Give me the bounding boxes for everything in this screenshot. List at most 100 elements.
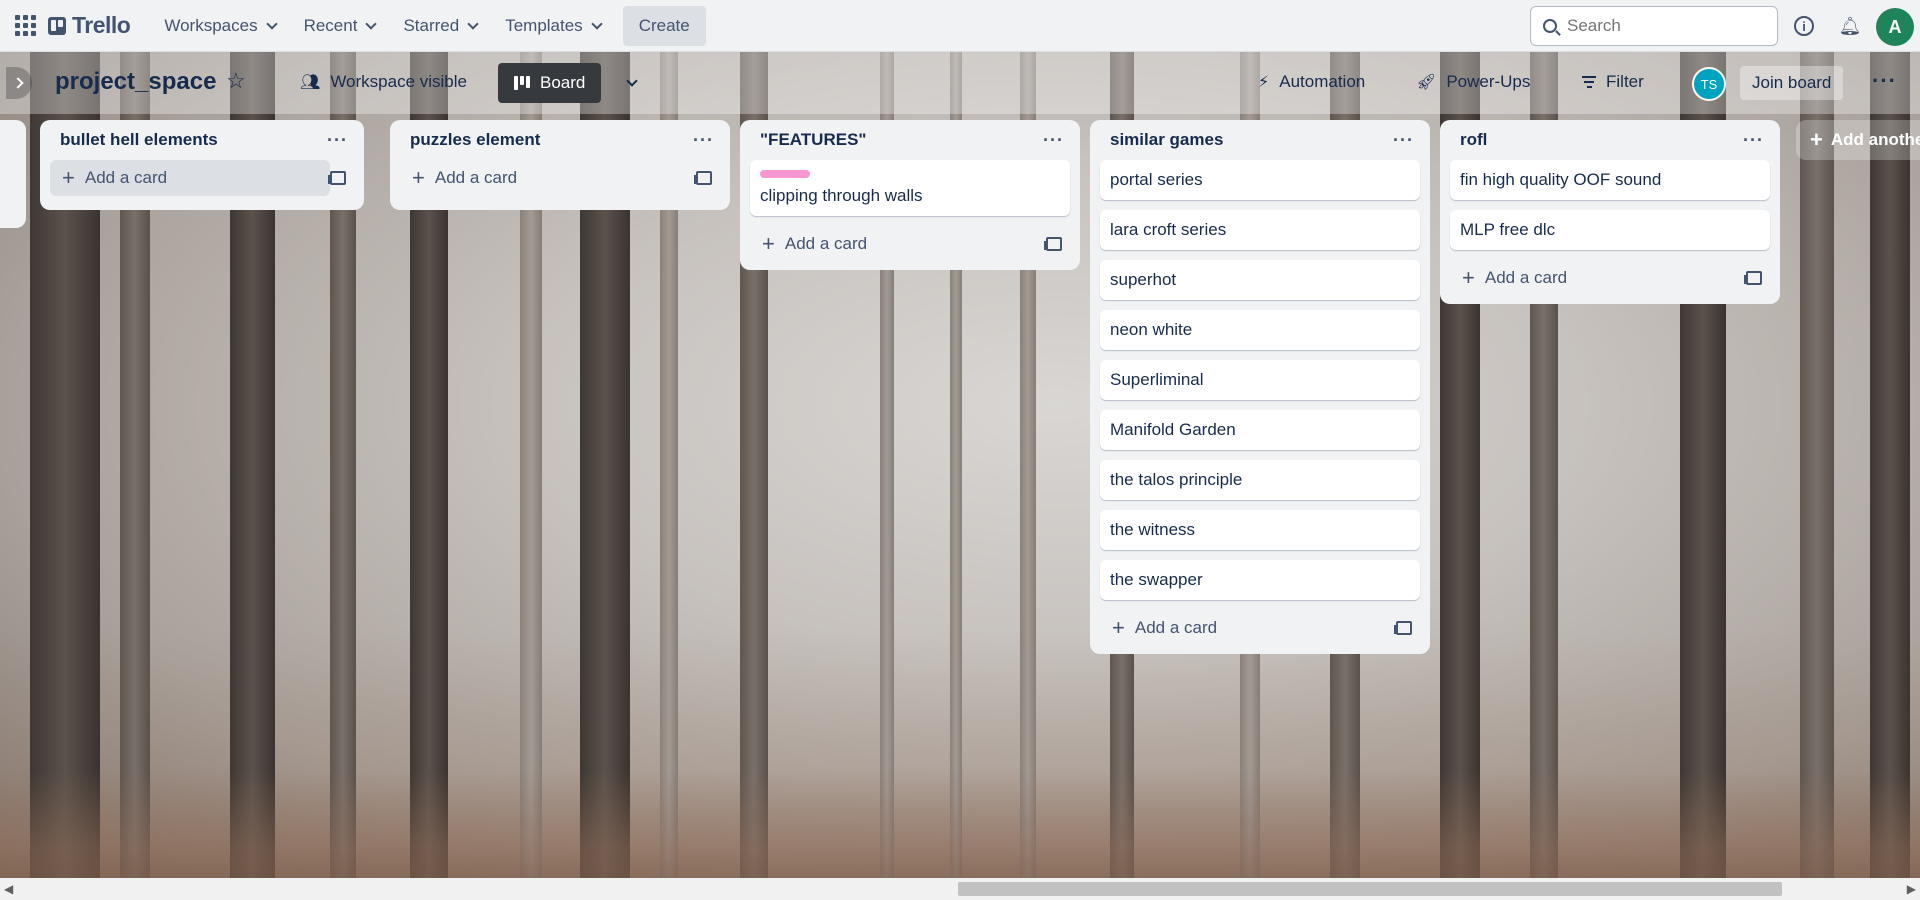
add-card-label: Add a card bbox=[1484, 268, 1568, 287]
info-icon[interactable]: i bbox=[1794, 16, 1814, 36]
plus-icon: + bbox=[1810, 127, 1823, 152]
card-template-icon[interactable] bbox=[1744, 271, 1762, 285]
create-button[interactable]: Create bbox=[622, 5, 706, 46]
people-icon: 👥︎ bbox=[300, 74, 321, 91]
nav-starred-label: Starred bbox=[403, 15, 460, 35]
search-icon bbox=[1543, 19, 1557, 33]
add-card-label: Add a card bbox=[784, 234, 868, 253]
add-another-list-label: Add another list bbox=[1830, 130, 1920, 149]
card[interactable]: the swapper bbox=[1100, 560, 1420, 600]
card-label-pink[interactable] bbox=[760, 170, 810, 178]
card[interactable]: MLP free dlc bbox=[1450, 210, 1770, 250]
list-rofl: rofl ··· fin high quality OOF sound MLP … bbox=[1440, 120, 1780, 304]
nav-templates-label: Templates bbox=[505, 15, 583, 35]
visibility-button[interactable]: 👥︎ Workspace visible bbox=[290, 66, 477, 98]
card[interactable]: Superliminal bbox=[1100, 360, 1420, 400]
nav-recent[interactable]: Recent bbox=[292, 8, 388, 44]
chevron-right-icon bbox=[11, 77, 24, 89]
notifications-bell-icon[interactable]: 🔔︎ bbox=[1838, 14, 1862, 38]
card[interactable]: the talos principle bbox=[1100, 460, 1420, 500]
list-title[interactable]: similar games bbox=[1110, 130, 1223, 150]
card[interactable]: lara croft series bbox=[1100, 210, 1420, 250]
sidebar-expand-button[interactable] bbox=[6, 67, 32, 99]
automation-button[interactable]: ⚡︎ Automation bbox=[1248, 66, 1375, 98]
list-menu-icon[interactable]: ··· bbox=[1043, 130, 1064, 151]
account-avatar[interactable]: A bbox=[1876, 8, 1914, 46]
search-box[interactable] bbox=[1530, 6, 1778, 46]
card[interactable]: fin high quality OOF sound bbox=[1450, 160, 1770, 200]
card[interactable]: neon white bbox=[1100, 310, 1420, 350]
top-header: Trello Workspaces Recent Starred Templat… bbox=[0, 0, 1920, 52]
add-card-button[interactable]: + Add a card bbox=[50, 160, 331, 196]
visibility-label: Workspace visible bbox=[330, 72, 467, 91]
card-template-icon[interactable] bbox=[1044, 237, 1062, 251]
scrollbar-thumb[interactable] bbox=[958, 882, 1782, 896]
horizontal-scrollbar[interactable]: ◀ ▶ bbox=[0, 878, 1920, 900]
card[interactable]: superhot bbox=[1100, 260, 1420, 300]
card[interactable]: the witness bbox=[1100, 510, 1420, 550]
card-title: clipping through walls bbox=[760, 186, 923, 205]
list-title[interactable]: bullet hell elements bbox=[60, 130, 218, 150]
board-menu-icon[interactable]: ··· bbox=[1872, 68, 1897, 94]
list-bullet-hell-elements: bullet hell elements ··· + Add a card bbox=[40, 120, 364, 210]
add-card-label: Add a card bbox=[1134, 618, 1218, 637]
plus-icon: + bbox=[62, 165, 75, 190]
board-icon bbox=[514, 76, 530, 90]
card-template-icon[interactable] bbox=[328, 171, 346, 185]
star-icon[interactable]: ☆ bbox=[226, 68, 246, 94]
list-stub bbox=[0, 120, 26, 228]
chevron-down-icon bbox=[467, 17, 479, 30]
plus-icon: + bbox=[1462, 265, 1475, 290]
nav-starred[interactable]: Starred bbox=[391, 8, 489, 44]
add-card-button[interactable]: + Add a card bbox=[1100, 610, 1229, 646]
filter-icon bbox=[1582, 76, 1596, 88]
card[interactable]: portal series bbox=[1100, 160, 1420, 200]
search-input[interactable] bbox=[1567, 16, 1757, 36]
list-title[interactable]: "FEATURES" bbox=[760, 130, 866, 150]
card-template-icon[interactable] bbox=[1394, 621, 1412, 635]
add-card-button[interactable]: + Add a card bbox=[1450, 260, 1579, 296]
trello-logo[interactable]: Trello bbox=[48, 12, 131, 39]
card[interactable]: Manifold Garden bbox=[1100, 410, 1420, 450]
filter-button[interactable]: Filter bbox=[1572, 66, 1654, 98]
plus-icon: + bbox=[412, 165, 425, 190]
board-view-label: Board bbox=[540, 73, 586, 92]
add-card-label: Add a card bbox=[84, 168, 168, 187]
chevron-down-icon bbox=[591, 17, 603, 30]
add-card-label: Add a card bbox=[434, 168, 518, 187]
board-title[interactable]: project_space bbox=[55, 68, 216, 96]
nav-workspaces-label: Workspaces bbox=[164, 15, 258, 35]
nav-workspaces[interactable]: Workspaces bbox=[152, 8, 287, 44]
app-switcher-icon[interactable] bbox=[12, 13, 38, 39]
member-avatar[interactable]: TS bbox=[1692, 67, 1726, 101]
add-another-list-button[interactable]: + Add another list bbox=[1796, 120, 1920, 160]
list-menu-icon[interactable]: ··· bbox=[327, 130, 348, 151]
list-menu-icon[interactable]: ··· bbox=[1393, 130, 1414, 151]
plus-icon: + bbox=[1112, 615, 1125, 640]
powerups-label: Power-Ups bbox=[1446, 72, 1531, 91]
add-card-button[interactable]: + Add a card bbox=[750, 226, 879, 262]
trello-logo-icon bbox=[48, 16, 66, 35]
filter-label: Filter bbox=[1606, 72, 1644, 91]
list-title[interactable]: puzzles element bbox=[410, 130, 540, 150]
scroll-left-icon[interactable]: ◀ bbox=[4, 882, 13, 896]
plus-icon: + bbox=[762, 231, 775, 256]
card-template-icon[interactable] bbox=[694, 171, 712, 185]
powerups-button[interactable]: 🚀︎ Power-Ups bbox=[1406, 66, 1540, 98]
list-menu-icon[interactable]: ··· bbox=[1743, 130, 1764, 151]
chevron-down-icon bbox=[365, 17, 378, 30]
list-title[interactable]: rofl bbox=[1460, 130, 1487, 150]
join-board-button[interactable]: Join board bbox=[1740, 66, 1844, 100]
add-card-button[interactable]: + Add a card bbox=[400, 160, 529, 196]
lightning-icon: ⚡︎ bbox=[1258, 74, 1270, 91]
scroll-right-icon[interactable]: ▶ bbox=[1907, 882, 1916, 896]
board-view-button[interactable]: Board bbox=[498, 63, 602, 103]
nav-templates[interactable]: Templates bbox=[493, 8, 612, 44]
rocket-icon: 🚀︎ bbox=[1416, 74, 1437, 91]
logo-text: Trello bbox=[72, 12, 131, 38]
view-switcher-button[interactable] bbox=[614, 66, 650, 100]
board-header: project_space ☆ 👥︎ Workspace visible Boa… bbox=[0, 52, 1920, 114]
list-menu-icon[interactable]: ··· bbox=[693, 130, 714, 151]
card[interactable]: clipping through walls bbox=[750, 160, 1070, 216]
nav-recent-label: Recent bbox=[303, 15, 358, 35]
